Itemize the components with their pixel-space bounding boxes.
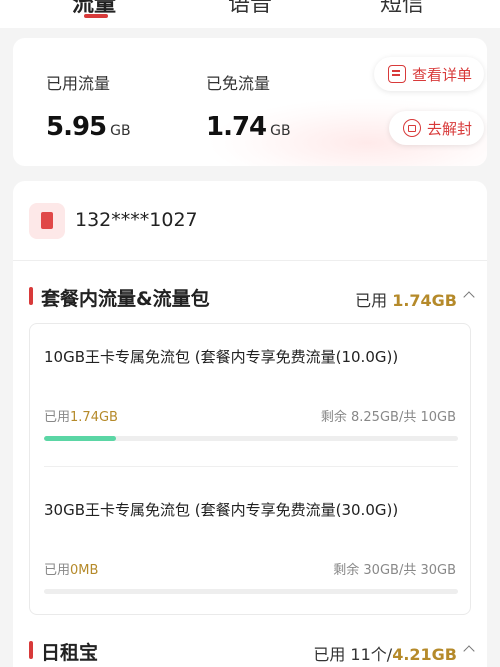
package-used-value: 0MB [70,563,99,578]
view-details-button[interactable]: 查看详单 [373,57,484,91]
package-progress-bar [44,589,458,594]
free-traffic-number: 1.74 [206,112,267,142]
section-title: 日租宝 [41,642,99,664]
section-title: 套餐内流量&流量包 [41,288,210,310]
free-traffic-value: 1.74 GB [206,112,291,142]
tab-voice[interactable]: 语音 [228,0,272,18]
section-used-summary: 已用 11个/4.21GB [313,641,457,665]
document-search-icon [387,65,406,83]
section-used-prefix: 已用 [355,291,388,310]
lock-icon [402,119,421,137]
chevron-up-icon[interactable] [463,645,475,657]
account-row: 132****1027 [13,181,487,261]
package-list: 10GB王卡专属免流包 (套餐内专享免费流量(10.0G)) 已用1.74GB … [29,323,471,615]
package-used-value: 1.74GB [70,410,118,425]
section-accent-bar [29,641,33,659]
section-accent-bar [29,287,33,305]
section-used-amount: 1.74GB [392,291,457,310]
used-traffic-number: 5.95 [46,112,107,142]
sim-card-icon [29,203,65,239]
unblock-button[interactable]: 去解封 [388,111,484,145]
package-name: 30GB王卡专属免流包 (套餐内专享免费流量(30.0G)) [44,501,399,519]
package-used: 已用0MB [44,559,98,578]
package-name: 10GB王卡专属免流包 (套餐内专享免费流量(10.0G)) [44,348,399,366]
used-traffic-label: 已用流量 [46,74,111,93]
used-traffic-value: 5.95 GB [46,112,131,142]
package-used-prefix: 已用 [44,563,71,578]
package-remaining: 剩余 30GB/共 30GB [333,563,456,578]
package-divider [44,466,458,467]
package-progress-bar [44,436,458,441]
chevron-up-icon[interactable] [463,291,475,303]
tab-active-indicator [84,14,108,18]
unblock-label: 去解封 [426,119,472,138]
package-progress-fill [44,436,117,441]
free-traffic-unit: GB [270,123,291,139]
package-used: 已用1.74GB [44,406,118,425]
traffic-detail-card: 132****1027 套餐内流量&流量包 已用 1.74GB 10GB王卡专属… [13,181,487,667]
section-used-amount: 4.21GB [392,645,457,664]
view-details-label: 查看详单 [411,65,472,84]
package-remaining: 剩余 8.25GB/共 10GB [320,410,456,425]
used-traffic-unit: GB [110,123,131,139]
phone-number: 132****1027 [75,209,198,231]
package-used-prefix: 已用 [44,410,71,425]
tab-bar: 流量 语音 短信 [0,0,500,28]
free-traffic-label: 已免流量 [206,74,271,93]
section-used-prefix: 已用 11个/ [313,645,393,664]
tab-sms[interactable]: 短信 [380,0,424,18]
section-used-summary: 已用 1.74GB [355,287,457,311]
